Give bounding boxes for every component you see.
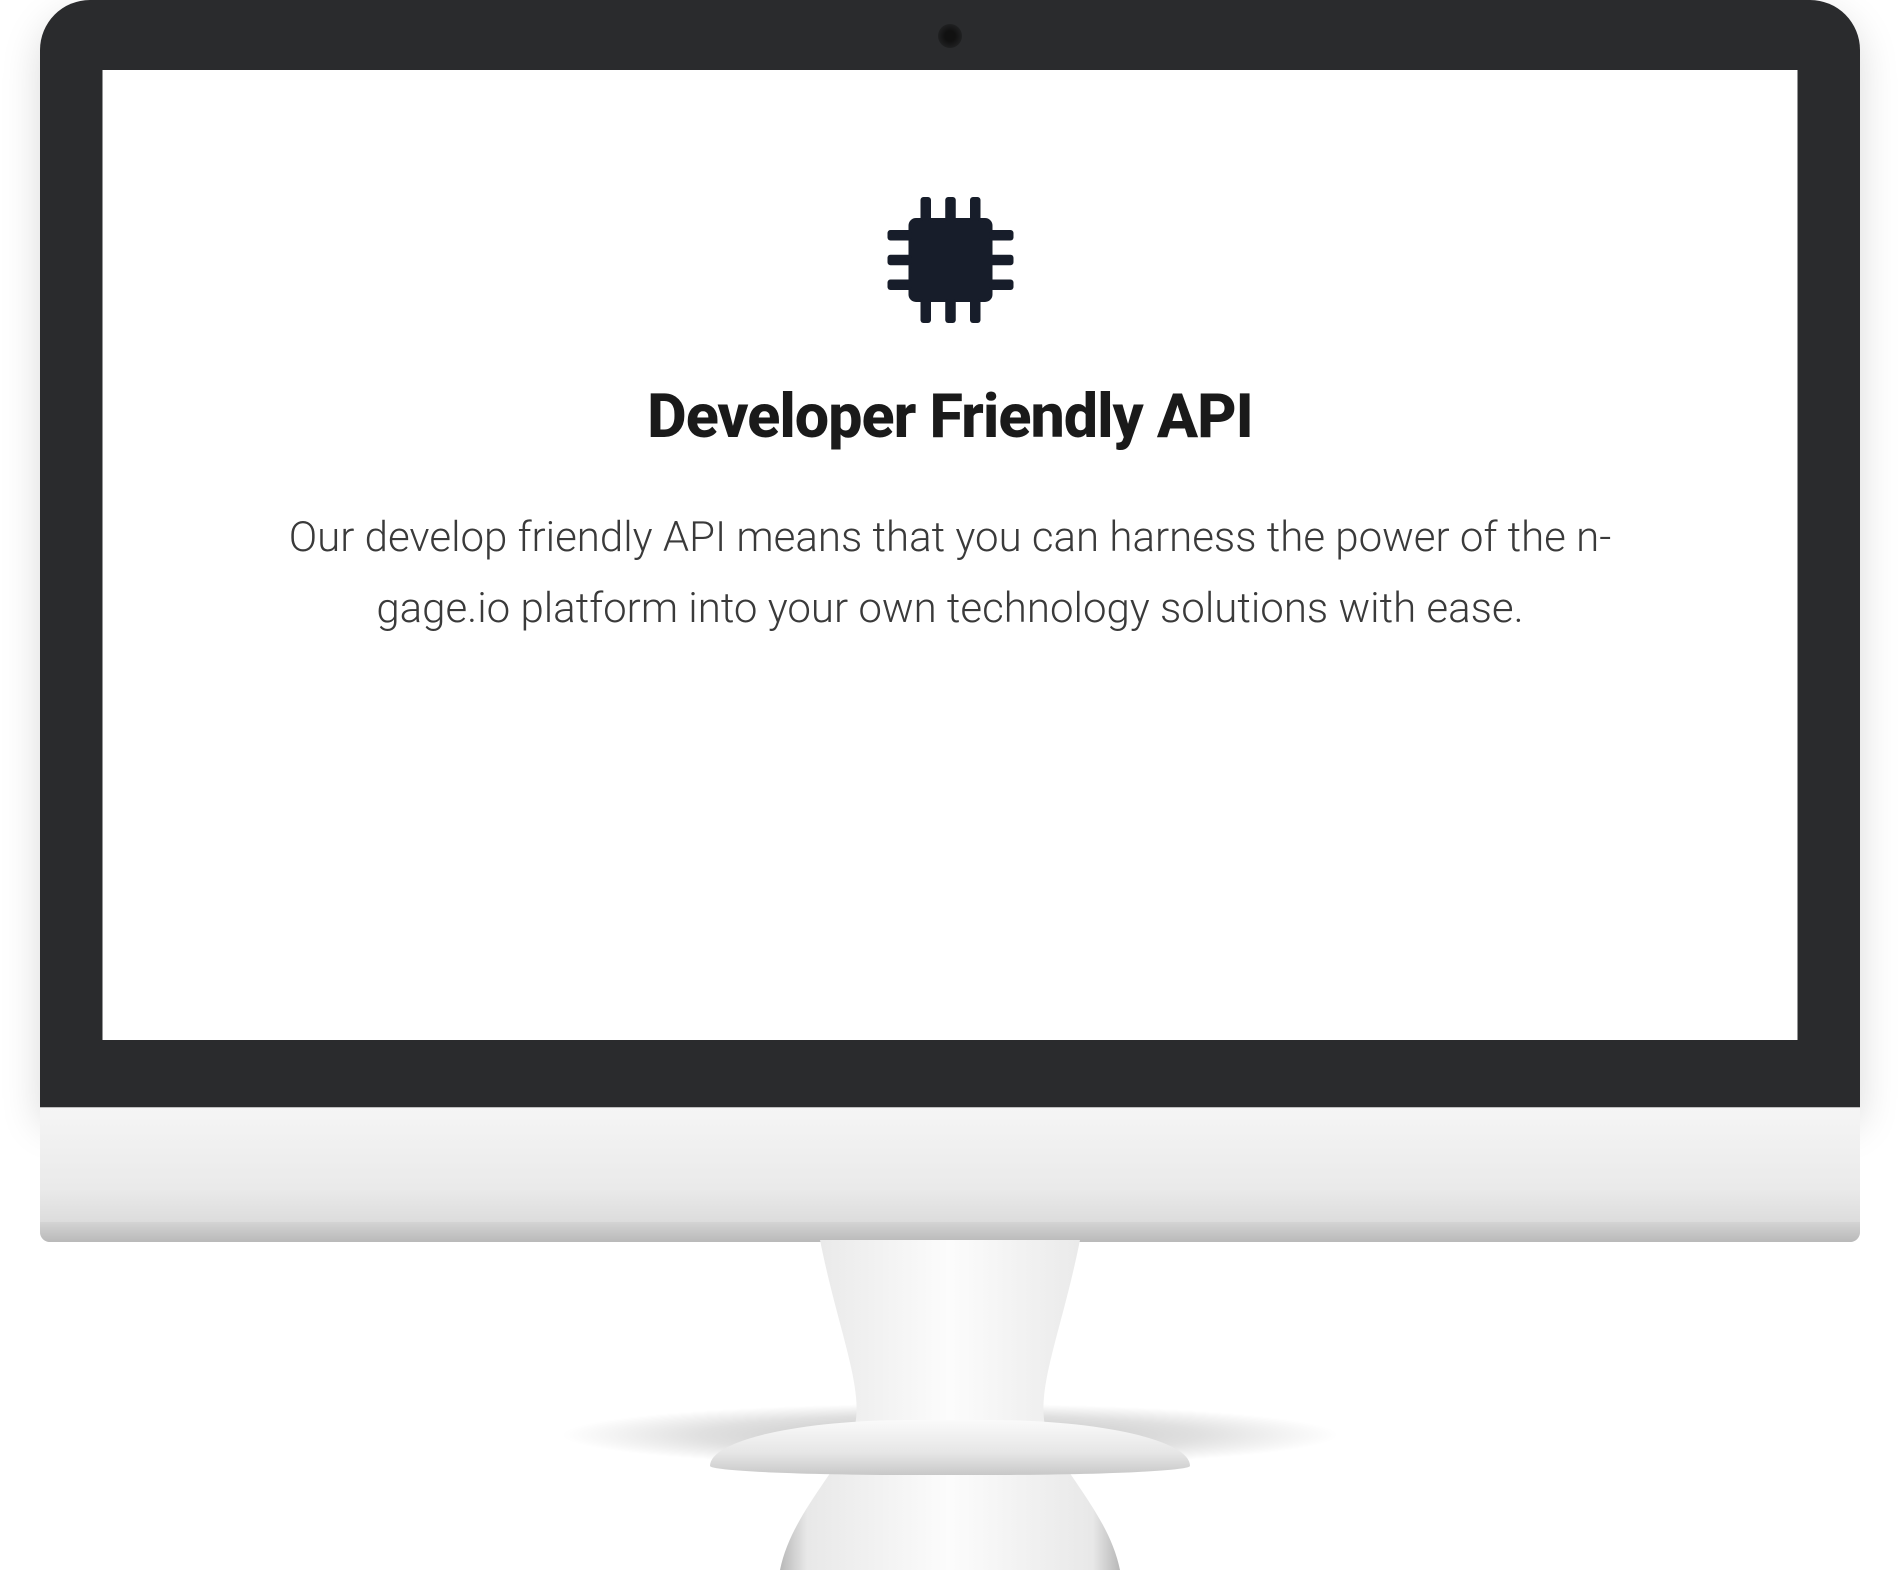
monitor-bezel: Developer Friendly API Our develop frien… bbox=[40, 0, 1860, 1110]
camera-icon bbox=[938, 24, 962, 48]
body-text: Our develop friendly API means that you … bbox=[250, 502, 1650, 645]
screen-content: Developer Friendly API Our develop frien… bbox=[103, 70, 1798, 1040]
monitor-chin bbox=[40, 1107, 1860, 1242]
chip-icon bbox=[875, 185, 1025, 335]
monitor-mockup: Developer Friendly API Our develop frien… bbox=[0, 0, 1900, 1568]
headline: Developer Friendly API bbox=[647, 380, 1253, 452]
monitor-stand-neck bbox=[780, 1240, 1120, 1570]
